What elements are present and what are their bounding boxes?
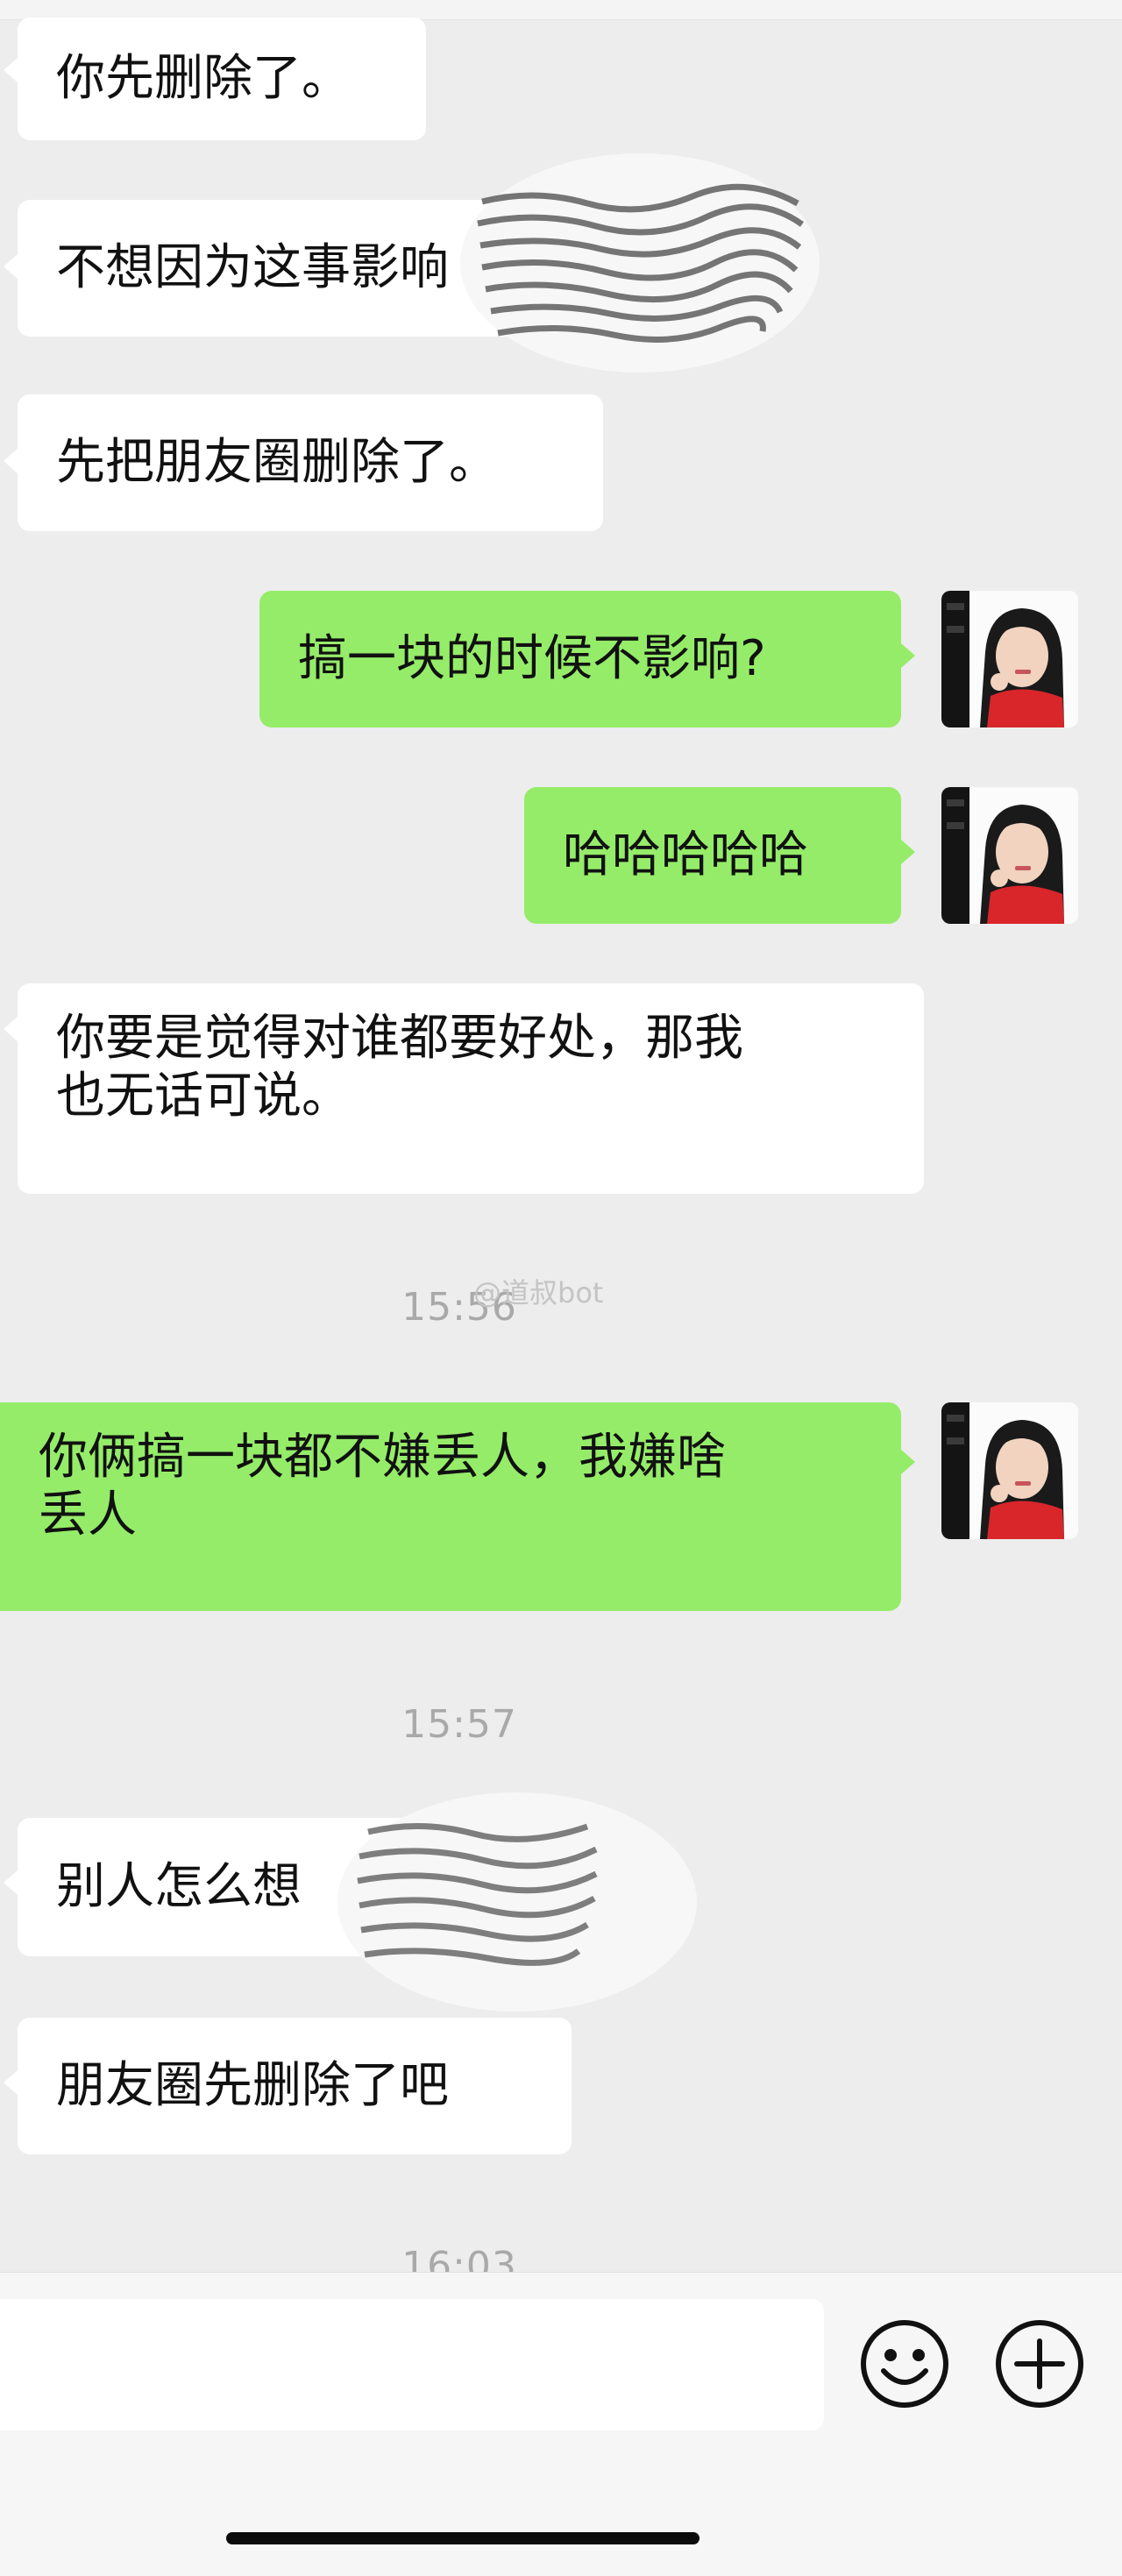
message-bubble-outgoing[interactable]: 你俩搞一块都不嫌丢人，我嫌啥 丢人 xyxy=(0,1402,901,1611)
plus-circle-icon[interactable] xyxy=(994,2318,1085,2409)
message-bubble-incoming[interactable]: 你先删除了。 xyxy=(18,18,426,140)
message-text: 不想因为这事影响 xyxy=(56,239,449,296)
message-text: 你要是觉得对谁都要好处，那我 也无话可说。 xyxy=(56,1010,743,1125)
message-text: 别人怎么想 xyxy=(56,1858,302,1915)
avatar-photo xyxy=(941,1402,1078,1539)
avatar-photo xyxy=(941,591,1078,727)
avatar[interactable] xyxy=(941,1402,1078,1539)
message-bubble-incoming[interactable]: 你要是觉得对谁都要好处，那我 也无话可说。 xyxy=(18,983,924,1194)
bubble-tail xyxy=(901,643,915,668)
message-text: 你俩搞一块都不嫌丢人，我嫌啥 丢人 xyxy=(39,1429,726,1544)
timestamp: 15:57 xyxy=(401,1702,517,1747)
message-bubble-outgoing[interactable]: 哈哈哈哈哈 xyxy=(524,787,901,924)
message-text: 朋友圈先删除了吧 xyxy=(56,2057,449,2114)
message-line: 也无话可说。 xyxy=(56,1068,351,1125)
message-bubble-outgoing[interactable]: 搞一块的时候不影响? xyxy=(259,591,901,727)
redaction-scribble xyxy=(337,1792,697,2012)
bubble-tail xyxy=(4,1017,18,1041)
bubble-tail xyxy=(4,449,18,473)
avatar[interactable] xyxy=(941,591,1078,727)
redaction-scribble xyxy=(460,153,820,373)
message-line: 你要是觉得对谁都要好处，那我 xyxy=(56,1010,743,1067)
message-input[interactable] xyxy=(0,2299,824,2431)
message-text: 哈哈哈哈哈 xyxy=(563,827,808,884)
message-text: 先把朋友圈删除了。 xyxy=(56,434,498,491)
input-bar xyxy=(0,2272,1122,2576)
home-indicator[interactable] xyxy=(226,2532,699,2544)
message-bubble-incoming[interactable]: 朋友圈先删除了吧 xyxy=(18,2018,572,2154)
bubble-tail xyxy=(4,254,18,279)
message-bubble-incoming[interactable]: 先把朋友圈删除了。 xyxy=(18,394,603,531)
message-line: 你俩搞一块都不嫌丢人，我嫌啥 xyxy=(39,1429,726,1486)
bubble-tail xyxy=(4,1870,18,1895)
timestamp: 15:56 xyxy=(401,1285,517,1330)
bubble-tail xyxy=(4,58,18,82)
avatar[interactable] xyxy=(941,787,1078,924)
bubble-tail xyxy=(901,1450,915,1474)
avatar-photo xyxy=(941,787,1078,924)
bubble-tail xyxy=(901,840,915,864)
message-line: 丢人 xyxy=(39,1487,137,1543)
watermark: @道叔bot xyxy=(473,1276,604,1309)
smiley-face-icon[interactable] xyxy=(859,2318,950,2409)
bubble-tail xyxy=(4,2070,18,2095)
message-text: 你先删除了。 xyxy=(56,50,351,107)
message-text: 搞一块的时候不影响? xyxy=(298,630,766,687)
